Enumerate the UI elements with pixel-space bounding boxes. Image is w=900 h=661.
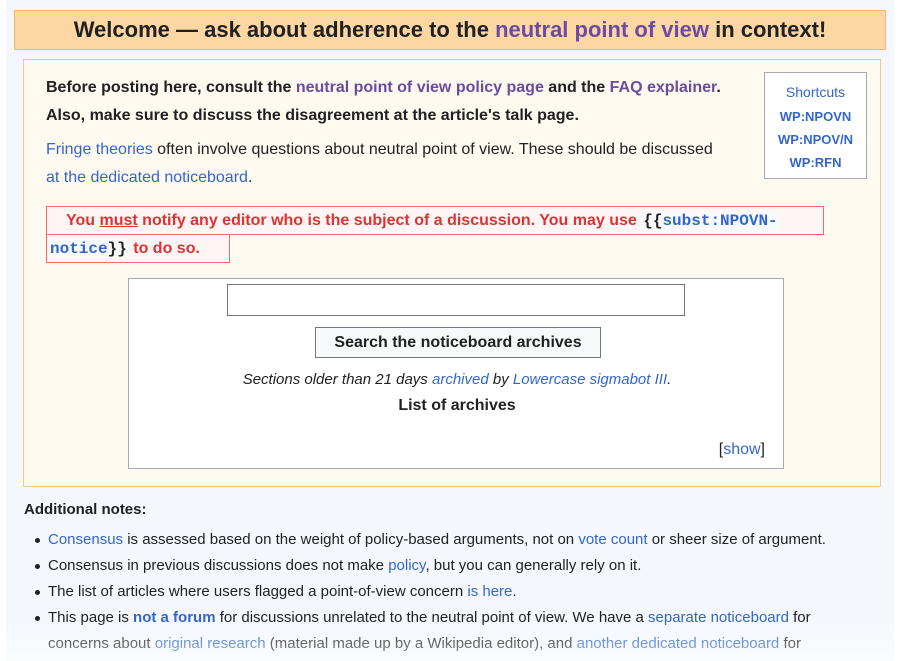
- sigmabot-link[interactable]: Lowercase sigmabot III: [513, 371, 667, 388]
- warning-must: must: [99, 212, 138, 229]
- npovn-template-link[interactable]: subst:NPOVN-: [662, 212, 777, 230]
- shortcut-wp-rfn[interactable]: WP:RFN: [765, 151, 866, 174]
- separate-noticeboard-link[interactable]: separate noticeboard: [648, 609, 789, 626]
- template-brace: {{: [643, 212, 663, 230]
- npovn-notice-template: {{subst:NPOVN-: [641, 211, 780, 231]
- archive-note-text: Sections older than 21 days: [242, 371, 432, 388]
- list-item: Consensus in previous discussions does n…: [35, 553, 868, 579]
- archive-note-text: by: [488, 371, 513, 388]
- fringe-theories-link[interactable]: Fringe theories: [46, 141, 153, 158]
- note-text: for: [779, 635, 801, 652]
- warning-text: notify any editor who is the subject of …: [137, 212, 642, 229]
- note-text: .: [512, 583, 517, 600]
- welcome-banner: Welcome — ask about adherence to the neu…: [14, 10, 886, 50]
- warning-text: You: [66, 212, 100, 229]
- info-box: Before posting here, consult the neutral…: [23, 59, 881, 487]
- intro-text: and the: [543, 79, 610, 96]
- archive-note: Sections older than 21 days archived by …: [129, 369, 785, 391]
- fringe-paragraph: Fringe theories often involve questions …: [46, 136, 726, 192]
- list-of-archives-title: List of archives: [398, 397, 516, 414]
- warning-text: to do so.: [128, 240, 200, 257]
- not-a-forum-link[interactable]: not a forum: [133, 609, 216, 626]
- list-item: Consensus is assessed based on the weigh…: [35, 527, 868, 553]
- bracket: ]: [760, 441, 765, 458]
- banner-text: Welcome — ask about adherence to the: [73, 17, 496, 42]
- list-item: The list of articles where users flagged…: [35, 579, 868, 605]
- is-here-link[interactable]: is here: [467, 583, 512, 600]
- npovn-notice-template-cont: notice}}: [48, 239, 129, 259]
- note-text: for discussions unrelated to the neutral…: [215, 609, 649, 626]
- notify-warning-text: You must notify any editor who is the su…: [48, 207, 838, 263]
- fringe-text: often involve questions about neutral po…: [152, 141, 713, 158]
- original-research-link[interactable]: original research: [155, 635, 266, 652]
- show-toggle: [show]: [719, 439, 765, 461]
- shortcuts-title: Shortcuts: [785, 84, 846, 100]
- banner-text-suffix: in context!: [708, 17, 827, 42]
- additional-notes-list: Consensus is assessed based on the weigh…: [35, 527, 868, 657]
- another-noticeboard-link[interactable]: another dedicated noticeboard: [577, 635, 780, 652]
- note-text: , but you can generally rely on it.: [425, 557, 642, 574]
- note-text: The list of articles where users flagged…: [48, 583, 468, 600]
- note-text: or sheer size of argument.: [647, 531, 826, 548]
- note-text: This page is: [48, 609, 134, 626]
- archive-search-input[interactable]: [227, 284, 685, 316]
- intro-paragraph: Before posting here, consult the neutral…: [46, 74, 726, 130]
- archive-search-box: Search the noticeboard archives Sections…: [128, 278, 784, 469]
- npovn-template-link-cont[interactable]: notice: [50, 240, 108, 258]
- npov-policy-link[interactable]: neutral point of view policy page: [296, 79, 544, 96]
- shortcut-wp-npovn[interactable]: WP:NPOVN: [765, 105, 866, 128]
- search-archives-button[interactable]: Search the noticeboard archives: [315, 327, 601, 358]
- policy-link[interactable]: policy: [388, 557, 425, 574]
- show-archives-link[interactable]: show: [723, 441, 760, 458]
- shortcuts-box: Shortcuts WP:NPOVN WP:NPOV/N WP:RFN: [764, 72, 867, 179]
- npov-link[interactable]: neutral point of view: [495, 17, 709, 42]
- note-text: Consensus in previous discussions does n…: [48, 557, 389, 574]
- template-brace: }}: [107, 240, 127, 258]
- faq-explainer-link[interactable]: FAQ explainer: [610, 79, 717, 96]
- fringe-noticeboard-link[interactable]: at the dedicated noticeboard: [46, 169, 248, 186]
- additional-notes-title: Additional notes:: [24, 501, 147, 518]
- fringe-text: .: [247, 169, 253, 186]
- list-item: This page is not a forum for discussions…: [35, 605, 868, 657]
- consensus-link[interactable]: Consensus: [48, 531, 123, 548]
- vote-count-link[interactable]: vote count: [578, 531, 647, 548]
- shortcut-wp-npov-n[interactable]: WP:NPOV/N: [765, 128, 866, 151]
- note-text: (material made up by a Wikipedia editor)…: [265, 635, 577, 652]
- note-text: is assessed based on the weight of polic…: [123, 531, 579, 548]
- archive-note-text: .: [667, 371, 672, 388]
- intro-text: Before posting here, consult the: [46, 79, 296, 96]
- archived-link[interactable]: archived: [432, 371, 489, 388]
